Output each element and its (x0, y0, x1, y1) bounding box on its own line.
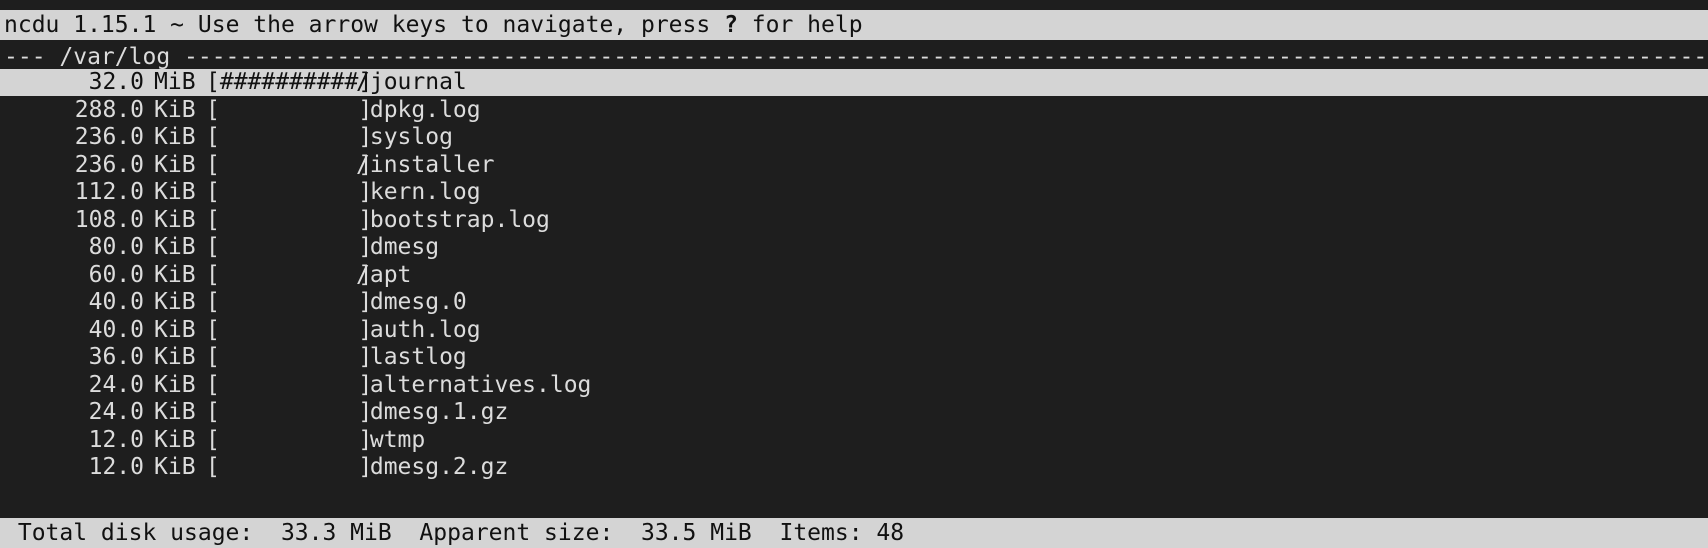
item-size: 12.0 (88, 426, 144, 453)
item-size: 40.0 (88, 289, 144, 315)
item-size-unit: KiB (154, 206, 196, 233)
help-key: ? (724, 12, 738, 38)
item-usage-bar: [ ] (206, 371, 373, 398)
item-usage-bar: [##########] (206, 69, 373, 95)
item-usage-bar: [ ] (206, 151, 373, 178)
item-size: 108.0 (74, 206, 144, 233)
item-size-unit: KiB (154, 399, 196, 425)
list-item[interactable]: 112.0 KiB [ ] kern.log (0, 179, 1708, 206)
item-name: /apt (356, 261, 412, 288)
item-size-unit: KiB (154, 344, 196, 370)
hint-suffix: for help (737, 12, 863, 38)
list-item[interactable]: 236.0 KiB [ ]/installer (0, 152, 1708, 179)
item-usage-bar: [ ] (206, 261, 373, 288)
item-size-unit: KiB (154, 261, 196, 288)
title-bar: ncdu 1.15.1 ~ Use the arrow keys to navi… (0, 10, 1708, 40)
list-item[interactable]: 108.0 KiB [ ] bootstrap.log (0, 207, 1708, 234)
item-usage-bar: [ ] (206, 344, 373, 370)
status-bar: Total disk usage: 33.3 MiB Apparent size… (0, 518, 1708, 548)
item-name: dmesg.1.gz (356, 399, 509, 425)
item-size: 288.0 (74, 96, 144, 123)
item-size: 236.0 (74, 124, 144, 150)
item-name: lastlog (356, 344, 467, 370)
list-item[interactable]: 236.0 KiB [ ] syslog (0, 124, 1708, 151)
item-size-unit: KiB (154, 454, 196, 480)
item-size: 32.0 (88, 69, 144, 95)
item-name: bootstrap.log (356, 206, 550, 233)
item-size-unit: KiB (154, 96, 196, 123)
list-item[interactable]: 60.0 KiB [ ]/apt (0, 262, 1708, 289)
apparent-size-label: Apparent size: (391, 520, 614, 546)
item-name: syslog (356, 124, 453, 150)
item-size-unit: KiB (154, 289, 196, 315)
item-name: /journal (356, 69, 467, 95)
item-size-unit: KiB (154, 234, 196, 260)
list-item[interactable]: 24.0 KiB [ ] dmesg.1.gz (0, 399, 1708, 426)
item-size-unit: KiB (154, 371, 196, 398)
apparent-size-value: 33.5 MiB (613, 520, 752, 546)
item-size-unit: KiB (154, 316, 196, 343)
total-usage-label: Total disk usage: (4, 520, 254, 546)
hint-text: ~ Use the arrow keys to navigate, press (156, 12, 725, 38)
item-size: 12.0 (88, 454, 144, 480)
current-path-bar: --- /var/log ---------------------------… (4, 44, 1708, 70)
list-item[interactable]: 36.0 KiB [ ] lastlog (0, 344, 1708, 371)
item-usage-bar: [ ] (206, 399, 373, 425)
item-usage-bar: [ ] (206, 124, 373, 150)
items-label: Items: (751, 520, 863, 546)
item-name: alternatives.log (356, 371, 592, 398)
total-usage-value: 33.3 MiB (253, 520, 392, 546)
item-usage-bar: [ ] (206, 454, 373, 480)
list-item[interactable]: 40.0 KiB [ ] auth.log (0, 317, 1708, 344)
item-size-unit: KiB (154, 151, 196, 178)
item-size: 236.0 (74, 151, 144, 178)
item-name: dmesg (356, 234, 440, 260)
terminal-window: ncdu 1.15.1 ~ Use the arrow keys to navi… (0, 0, 1708, 548)
item-name: /installer (356, 151, 495, 178)
list-item[interactable]: 80.0 KiB [ ] dmesg (0, 234, 1708, 261)
item-name: dmesg.2.gz (356, 454, 509, 480)
item-name: wtmp (356, 426, 426, 453)
item-usage-bar: [ ] (206, 426, 373, 453)
app-name: ncdu 1.15.1 (4, 12, 157, 38)
list-item[interactable]: 288.0 KiB [ ] dpkg.log (0, 97, 1708, 124)
list-item[interactable]: 24.0 KiB [ ] alternatives.log (0, 372, 1708, 399)
list-item[interactable]: 40.0 KiB [ ] dmesg.0 (0, 289, 1708, 316)
list-item[interactable]: 12.0 KiB [ ] wtmp (0, 427, 1708, 454)
item-size: 112.0 (74, 179, 144, 205)
item-usage-bar: [ ] (206, 234, 373, 260)
item-size: 60.0 (88, 261, 144, 288)
item-usage-bar: [ ] (206, 96, 373, 123)
item-usage-bar: [ ] (206, 316, 373, 343)
item-size-unit: KiB (154, 179, 196, 205)
item-size: 80.0 (88, 234, 144, 260)
item-usage-bar: [ ] (206, 289, 373, 315)
item-size: 24.0 (88, 399, 144, 425)
items-count: 48 (862, 520, 905, 546)
item-size: 24.0 (88, 371, 144, 398)
item-usage-bar: [ ] (206, 179, 373, 205)
item-name: kern.log (356, 179, 481, 205)
item-name: auth.log (356, 316, 481, 343)
item-name: dmesg.0 (356, 289, 467, 315)
item-size: 36.0 (88, 344, 144, 370)
item-name: dpkg.log (356, 96, 481, 123)
item-size-unit: MiB (154, 69, 196, 95)
item-size-unit: KiB (154, 426, 196, 453)
item-usage-bar: [ ] (206, 206, 373, 233)
item-size: 40.0 (88, 316, 144, 343)
item-size-unit: KiB (154, 124, 196, 150)
list-item-selected[interactable]: 32.0 MiB [##########]/journal (0, 69, 1708, 96)
list-item[interactable]: 12.0 KiB [ ] dmesg.2.gz (0, 454, 1708, 481)
